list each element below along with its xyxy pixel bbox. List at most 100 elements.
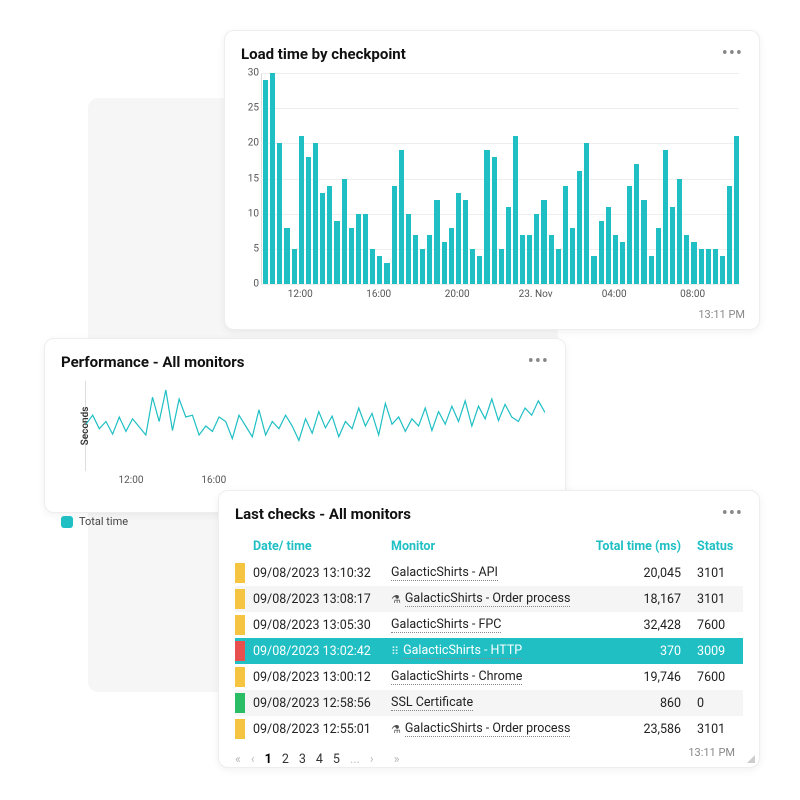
bar[interactable]: [292, 249, 297, 284]
page-number[interactable]: 5: [333, 752, 340, 767]
resize-handle-icon[interactable]: [745, 753, 755, 763]
bar[interactable]: [377, 256, 382, 284]
bar[interactable]: [527, 235, 532, 284]
bar[interactable]: [584, 143, 589, 284]
bar[interactable]: [670, 207, 675, 284]
bar[interactable]: [706, 249, 711, 284]
col-date[interactable]: Date/ time: [245, 533, 383, 560]
bar[interactable]: [334, 221, 339, 284]
bar[interactable]: [306, 157, 311, 284]
bar[interactable]: [349, 228, 354, 284]
table-row[interactable]: 09/08/2023 13:10:32GalacticShirts - API2…: [235, 560, 743, 586]
page-number[interactable]: 4: [316, 752, 323, 767]
bar[interactable]: [734, 136, 739, 284]
bar[interactable]: [699, 249, 704, 284]
bar[interactable]: [327, 186, 332, 284]
status-chip: [235, 615, 245, 635]
bar[interactable]: [513, 136, 518, 284]
bar[interactable]: [656, 228, 661, 284]
cell-monitor[interactable]: GalacticShirts - Order process: [405, 591, 571, 607]
bar[interactable]: [570, 228, 575, 284]
bar[interactable]: [263, 80, 268, 284]
bar[interactable]: [270, 73, 275, 284]
bar[interactable]: [606, 207, 611, 284]
bar[interactable]: [442, 242, 447, 284]
bar[interactable]: [541, 200, 546, 284]
bar[interactable]: [392, 186, 397, 284]
bar[interactable]: [284, 228, 289, 284]
page-next-icon[interactable]: ›: [370, 752, 374, 767]
bar[interactable]: [720, 256, 725, 284]
bar[interactable]: [713, 249, 718, 284]
bar[interactable]: [406, 214, 411, 284]
bar[interactable]: [456, 193, 461, 284]
table-row[interactable]: 09/08/2023 13:00:12GalacticShirts - Chro…: [235, 664, 743, 690]
cell-monitor[interactable]: GalacticShirts - FPC: [391, 617, 501, 633]
bar[interactable]: [399, 150, 404, 284]
bar[interactable]: [599, 221, 604, 284]
bar[interactable]: [277, 143, 282, 284]
page-number[interactable]: 3: [299, 752, 306, 767]
page-number[interactable]: 1: [265, 752, 272, 767]
bar[interactable]: [727, 186, 732, 284]
table-row[interactable]: 09/08/2023 13:05:30GalacticShirts - FPC3…: [235, 612, 743, 638]
col-total[interactable]: Total time (ms): [585, 533, 689, 560]
bar[interactable]: [470, 249, 475, 284]
cell-monitor[interactable]: GalacticShirts - API: [391, 565, 498, 581]
bar[interactable]: [449, 228, 454, 284]
bar[interactable]: [684, 235, 689, 284]
bar[interactable]: [384, 263, 389, 284]
bar[interactable]: [620, 242, 625, 284]
bar[interactable]: [484, 150, 489, 284]
col-monitor[interactable]: Monitor: [383, 533, 585, 560]
page-last-icon[interactable]: »: [394, 752, 400, 767]
bar[interactable]: [613, 235, 618, 284]
more-icon[interactable]: •••: [528, 358, 549, 366]
bar[interactable]: [413, 235, 418, 284]
bar[interactable]: [506, 207, 511, 284]
bar[interactable]: [556, 249, 561, 284]
more-icon[interactable]: •••: [722, 510, 743, 518]
bar[interactable]: [492, 157, 497, 284]
bar[interactable]: [370, 249, 375, 284]
cell-monitor[interactable]: GalacticShirts - Chrome: [391, 669, 522, 685]
table-row[interactable]: 09/08/2023 13:02:42⠿GalacticShirts - HTT…: [235, 638, 743, 664]
page-number[interactable]: 2: [282, 752, 289, 767]
bar[interactable]: [577, 171, 582, 284]
cell-monitor[interactable]: GalacticShirts - Order process: [405, 721, 571, 737]
status-chip: [235, 589, 245, 609]
col-status[interactable]: Status: [689, 533, 743, 560]
bar[interactable]: [641, 200, 646, 284]
bar[interactable]: [313, 143, 318, 284]
bar[interactable]: [663, 150, 668, 284]
bar[interactable]: [634, 164, 639, 284]
bar[interactable]: [520, 235, 525, 284]
bar[interactable]: [434, 200, 439, 284]
bar[interactable]: [649, 256, 654, 284]
page-first-icon[interactable]: «: [235, 752, 241, 767]
bar[interactable]: [363, 214, 368, 284]
table-row[interactable]: 09/08/2023 12:55:01⚗GalacticShirts - Ord…: [235, 716, 743, 742]
bar[interactable]: [342, 179, 347, 285]
bar[interactable]: [534, 214, 539, 284]
bar[interactable]: [691, 242, 696, 284]
bar[interactable]: [563, 186, 568, 284]
table-row[interactable]: 09/08/2023 13:08:17⚗GalacticShirts - Ord…: [235, 586, 743, 612]
bar[interactable]: [627, 186, 632, 284]
bar[interactable]: [677, 179, 682, 285]
bar[interactable]: [420, 249, 425, 284]
bar[interactable]: [499, 249, 504, 284]
more-icon[interactable]: •••: [722, 50, 743, 58]
bar[interactable]: [591, 256, 596, 284]
bar[interactable]: [299, 136, 304, 284]
bar[interactable]: [427, 235, 432, 284]
cell-monitor[interactable]: SSL Certificate: [391, 695, 473, 711]
bar[interactable]: [463, 200, 468, 284]
cell-monitor[interactable]: GalacticShirts - HTTP: [403, 643, 522, 659]
bar[interactable]: [477, 256, 482, 284]
bar[interactable]: [549, 235, 554, 284]
bar[interactable]: [320, 193, 325, 284]
table-row[interactable]: 09/08/2023 12:58:56SSL Certificate8600: [235, 690, 743, 716]
page-prev-icon[interactable]: ‹: [251, 752, 255, 767]
bar[interactable]: [356, 214, 361, 284]
